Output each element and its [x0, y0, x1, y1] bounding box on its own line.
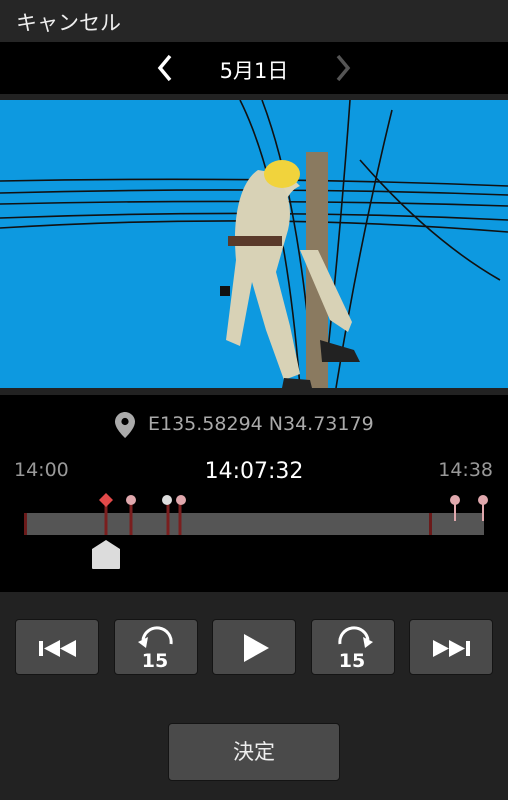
svg-text:15: 15 [339, 650, 365, 672]
skip-next-icon [433, 640, 470, 657]
top-bar: キャンセル [0, 0, 508, 42]
skip-previous-button[interactable] [15, 619, 99, 675]
skip-next-button[interactable] [409, 619, 493, 675]
info-panel: E135.58294 N34.73179 14:00 14:07:32 14:3… [0, 395, 508, 592]
location-pin-icon [115, 412, 135, 438]
next-day-button[interactable] [328, 50, 360, 86]
skip-previous-icon [39, 640, 76, 657]
clip-boundary-start [24, 513, 27, 535]
replay-15-icon: 15 [138, 626, 173, 672]
marker[interactable] [450, 495, 460, 505]
forward-15-icon: 15 [338, 626, 373, 672]
current-time: 14:07:32 [204, 459, 304, 484]
date-label: 5月1日 [219, 59, 289, 83]
location-coordinates: E135.58294 N34.73179 [148, 413, 374, 435]
confirm-button[interactable]: 決定 [168, 723, 340, 781]
marker[interactable] [126, 495, 136, 505]
marker[interactable] [478, 495, 488, 505]
clip-boundary-end [429, 513, 432, 535]
photo-preview [0, 100, 508, 388]
play-button[interactable] [212, 619, 296, 675]
timeline-end-time: 14:38 [438, 459, 493, 481]
replay-15-button[interactable]: 15 [114, 619, 198, 675]
play-icon [244, 634, 269, 662]
forward-15-button[interactable]: 15 [311, 619, 395, 675]
cancel-button[interactable]: キャンセル [16, 7, 121, 37]
marker[interactable] [162, 495, 172, 505]
marker[interactable] [176, 495, 186, 505]
selected-marker[interactable] [99, 493, 113, 507]
playhead-handle[interactable] [92, 540, 120, 569]
svg-text:15: 15 [142, 650, 168, 672]
timeline-track[interactable] [24, 513, 484, 535]
timeline-scrubber[interactable] [0, 485, 508, 575]
chevron-right-icon [336, 54, 351, 82]
date-navigation: 5月1日 [0, 42, 508, 94]
